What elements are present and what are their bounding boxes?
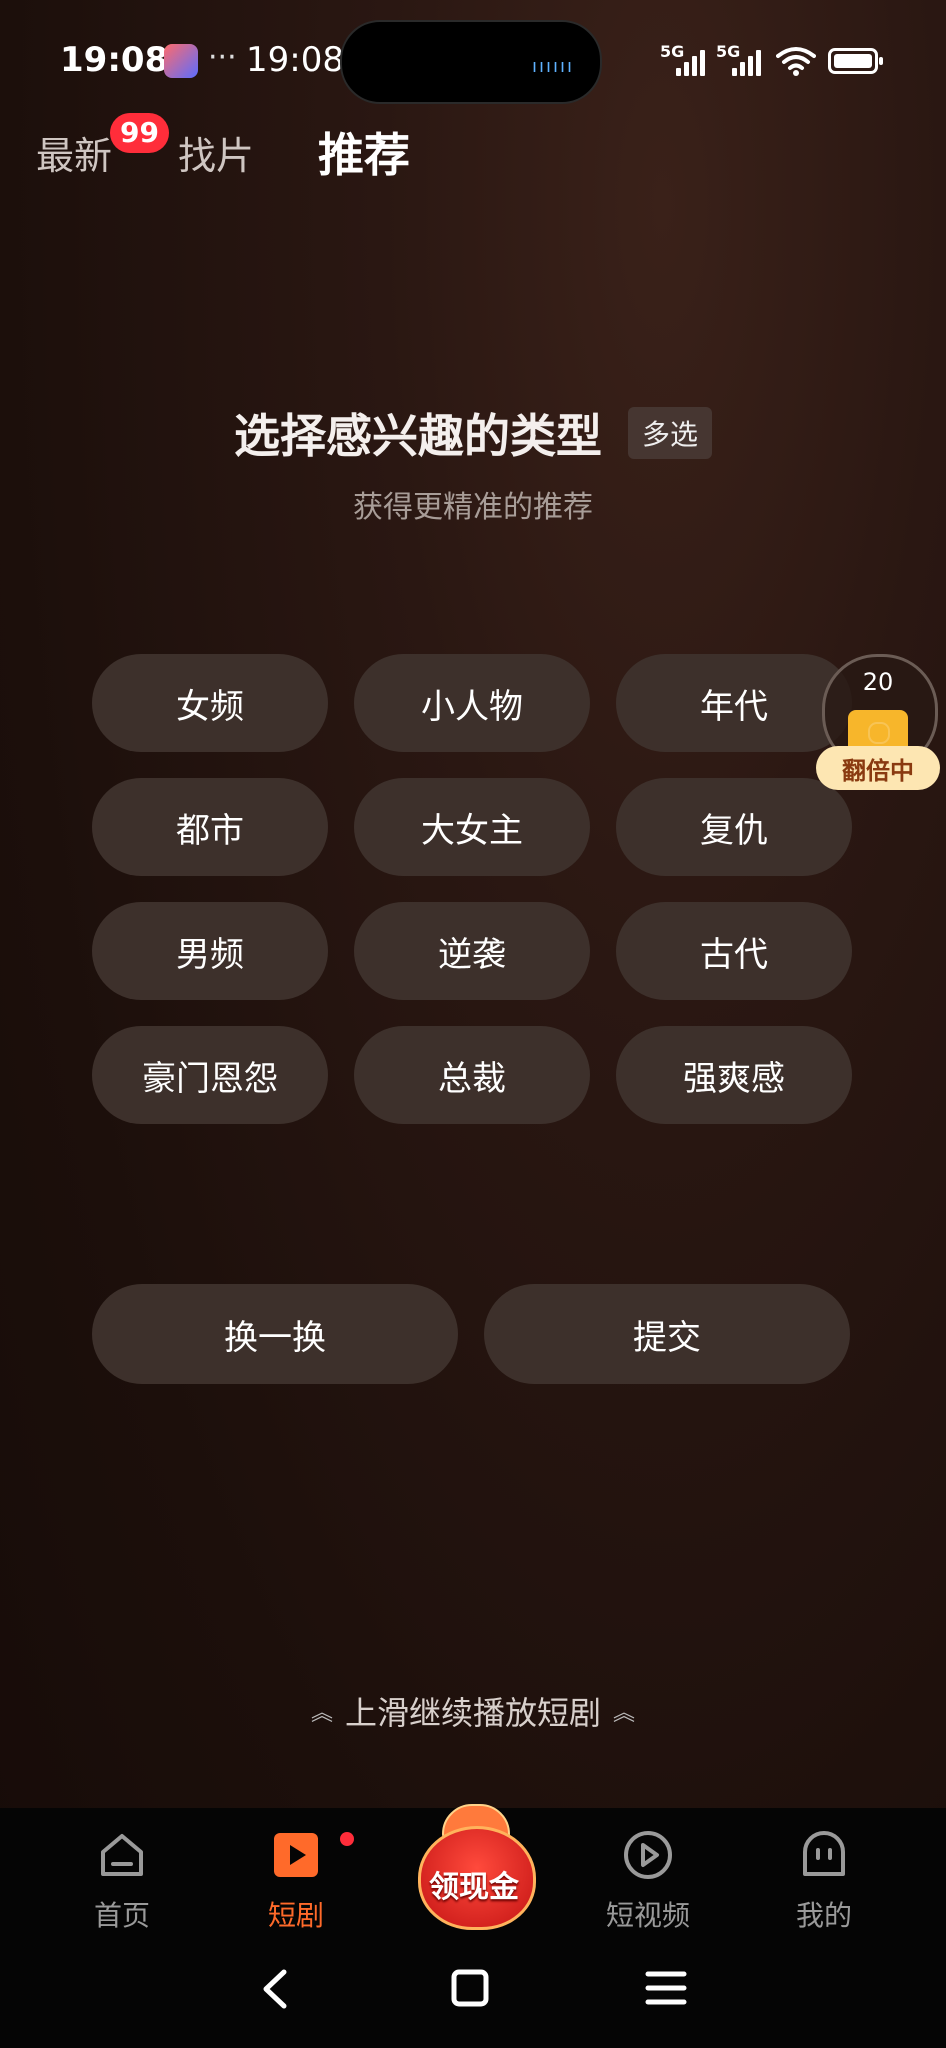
signal-icon-2 <box>732 48 761 76</box>
genre-chip[interactable]: 总裁 <box>354 1026 590 1124</box>
menu-icon[interactable] <box>636 1964 696 2014</box>
genre-chip[interactable]: 男频 <box>92 902 328 1000</box>
tab-latest-label: 最新 <box>36 134 113 178</box>
genre-chip[interactable]: 大女主 <box>354 778 590 876</box>
genre-chip[interactable]: 小人物 <box>354 654 590 752</box>
tab-latest[interactable]: 最新 99 <box>36 113 169 180</box>
status-time: 19:08 <box>60 40 169 80</box>
notification-dot <box>340 1832 354 1846</box>
action-buttons: 换一换 提交 <box>92 1284 850 1384</box>
more-notifications-icon: ··· <box>208 40 237 75</box>
tab-recommend[interactable]: 推荐 <box>318 119 410 185</box>
genre-chip[interactable]: 女频 <box>92 654 328 752</box>
nav-home[interactable]: 首页 <box>52 1828 192 1934</box>
genre-chip[interactable]: 古代 <box>616 902 852 1000</box>
home-square-icon[interactable] <box>440 1964 500 2014</box>
genre-grid: 女频 小人物 年代 都市 大女主 复仇 男频 逆袭 古代 豪门恩怨 总裁 强爽感 <box>92 654 852 1124</box>
tab-find[interactable]: 找片 <box>178 125 254 180</box>
reward-widget[interactable]: 20 翻倍中 <box>816 654 942 790</box>
nav-cash-label: 领现金 <box>429 1870 519 1905</box>
genre-chip[interactable]: 强爽感 <box>616 1026 852 1124</box>
nav-shortdrama-label: 短剧 <box>267 1899 324 1932</box>
nav-profile[interactable]: 我的 <box>754 1828 894 1934</box>
genre-chip[interactable]: 都市 <box>92 778 328 876</box>
audio-wave-icon: ıııııı <box>531 56 574 77</box>
nav-shortvideo[interactable]: 短视频 <box>578 1828 718 1934</box>
nav-shortvideo-label: 短视频 <box>605 1899 690 1932</box>
notification-app-icon <box>164 44 198 78</box>
double-chevron-up-icon: ︽ <box>310 1701 333 1726</box>
nav-home-label: 首页 <box>93 1899 150 1932</box>
back-icon[interactable] <box>246 1964 306 2014</box>
page-title: 选择感兴趣的类型 <box>233 409 602 463</box>
genre-chip[interactable]: 复仇 <box>616 778 852 876</box>
double-chevron-up-icon: ︽ <box>613 1701 636 1726</box>
swipe-hint-label: 上滑继续播放短剧 <box>344 1694 601 1732</box>
home-icon <box>101 1834 143 1876</box>
signal-icon-1 <box>676 48 705 76</box>
nav-cash-reward[interactable]: 领现金 <box>406 1796 542 1936</box>
multi-select-tag: 多选 <box>627 407 712 459</box>
wifi-icon <box>776 47 816 76</box>
nav-profile-label: 我的 <box>795 1899 852 1932</box>
submit-button[interactable]: 提交 <box>484 1284 850 1384</box>
battery-icon <box>828 48 883 74</box>
play-circle-icon <box>624 1831 672 1879</box>
reward-label: 翻倍中 <box>816 746 940 790</box>
status-bar: 19:08 ··· 19:08:38 ıııııı 5G 5G <box>0 0 946 120</box>
genre-chip[interactable]: 豪门恩怨 <box>92 1026 328 1124</box>
page-subtitle: 获得更精准的推荐 <box>353 490 593 525</box>
unread-badge: 99 <box>110 113 169 153</box>
dynamic-island[interactable]: ıııııı <box>340 20 602 104</box>
profile-icon <box>803 1831 845 1876</box>
genre-chip[interactable]: 年代 <box>616 654 852 752</box>
title-row: 选择感兴趣的类型 多选 <box>0 400 946 466</box>
bottom-nav: 首页 短剧 领现金 短视频 我的 <box>0 1804 946 2048</box>
play-square-icon <box>274 1833 318 1877</box>
swipe-hint[interactable]: ︽ 上滑继续播放短剧 ︽ <box>0 1688 946 1734</box>
genre-chip[interactable]: 逆袭 <box>354 902 590 1000</box>
reward-count: 20 <box>862 668 894 696</box>
system-nav-bar <box>0 1950 946 2030</box>
refresh-button[interactable]: 换一换 <box>92 1284 458 1384</box>
